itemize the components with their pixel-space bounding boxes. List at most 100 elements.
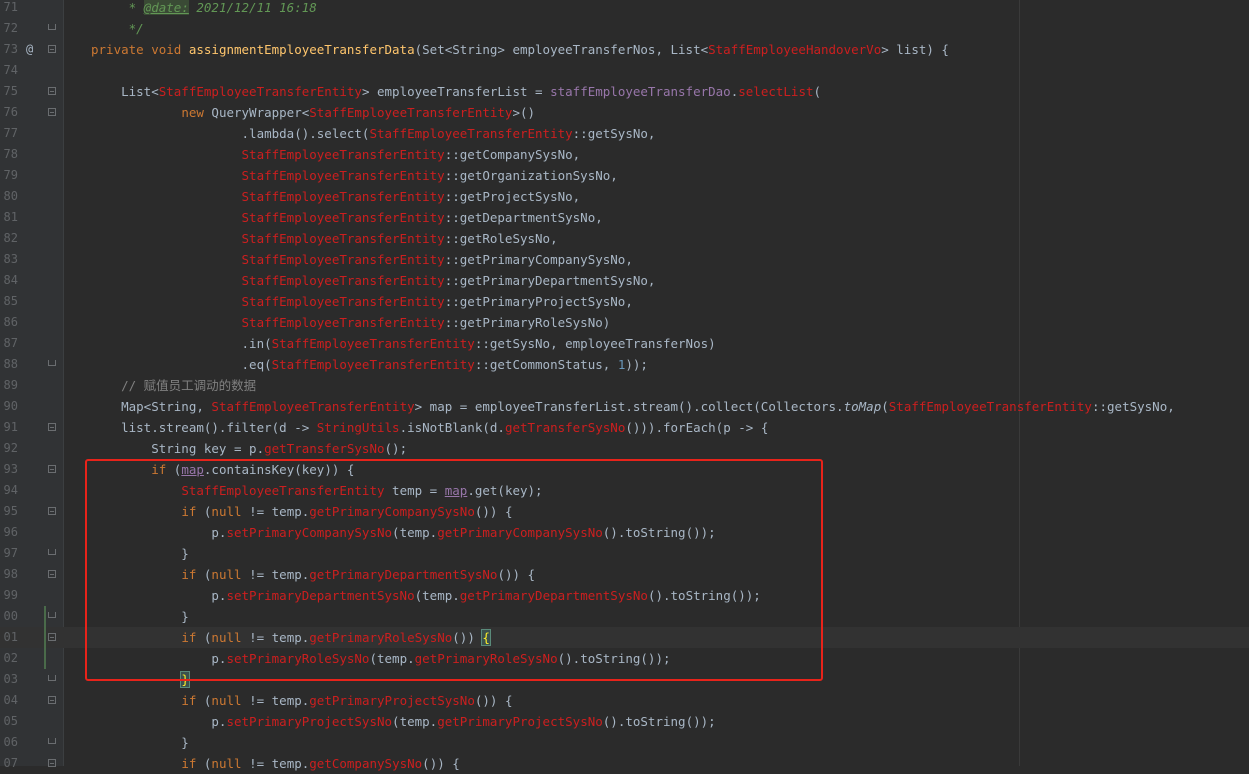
fold-toggle-icon[interactable] xyxy=(48,570,56,578)
code-line[interactable]: 74 xyxy=(0,60,1249,81)
code-text[interactable]: if (null != temp.getCompanySysNo()) { xyxy=(91,753,460,774)
code-line[interactable]: 77 .lambda().select(StaffEmployeeTransfe… xyxy=(0,123,1249,144)
code-line[interactable]: 04 if (null != temp.getPrimaryProjectSys… xyxy=(0,690,1249,711)
code-line[interactable]: 71 * @date: 2021/12/11 16:18 xyxy=(0,0,1249,18)
code-line[interactable]: 89 // 赋值员工调动的数据 xyxy=(0,375,1249,396)
code-text[interactable]: if (null != temp.getPrimaryProjectSysNo(… xyxy=(91,690,512,711)
code-text[interactable]: StaffEmployeeTransferEntity::getPrimaryP… xyxy=(91,291,633,312)
line-number: 98 xyxy=(3,567,18,581)
code-line[interactable]: 82 StaffEmployeeTransferEntity::getRoleS… xyxy=(0,228,1249,249)
code-text[interactable]: new QueryWrapper<StaffEmployeeTransferEn… xyxy=(91,102,535,123)
code-line[interactable]: 92 String key = p.getTransferSysNo(); xyxy=(0,438,1249,459)
code-text[interactable]: if (null != temp.getPrimaryCompanySysNo(… xyxy=(91,501,512,522)
code-line[interactable]: 00 } xyxy=(0,606,1249,627)
code-line[interactable]: 72 */ xyxy=(0,18,1249,39)
code-line[interactable]: 80 StaffEmployeeTransferEntity::getProje… xyxy=(0,186,1249,207)
code-line[interactable]: 98 if (null != temp.getPrimaryDepartment… xyxy=(0,564,1249,585)
code-editor[interactable]: 71 * @date: 2021/12/11 16:18 72 */73 @ priv… xyxy=(0,0,1249,771)
code-line[interactable]: 86 StaffEmployeeTransferEntity::getPrima… xyxy=(0,312,1249,333)
code-text[interactable]: Map<String, StaffEmployeeTransferEntity>… xyxy=(91,396,1175,417)
code-text[interactable]: StaffEmployeeTransferEntity::getRoleSysN… xyxy=(91,228,558,249)
code-line[interactable]: 01 if (null != temp.getPrimaryRoleSysNo(… xyxy=(0,627,1249,648)
code-line[interactable]: 91 list.stream().filter(d -> StringUtils… xyxy=(0,417,1249,438)
code-text[interactable]: private void assignmentEmployeeTransferD… xyxy=(91,39,949,60)
code-text[interactable]: if (null != temp.getPrimaryRoleSysNo()) … xyxy=(91,627,491,648)
code-text[interactable]: p.setPrimaryCompanySysNo(temp.getPrimary… xyxy=(91,522,715,543)
code-text[interactable]: StaffEmployeeTransferEntity::getCompanyS… xyxy=(91,144,581,165)
code-text[interactable]: } xyxy=(91,543,189,564)
code-line[interactable]: 76 new QueryWrapper<StaffEmployeeTransfe… xyxy=(0,102,1249,123)
code-line[interactable]: 78 StaffEmployeeTransferEntity::getCompa… xyxy=(0,144,1249,165)
fold-toggle-icon[interactable] xyxy=(48,465,56,473)
code-text[interactable]: StaffEmployeeTransferEntity temp = map.g… xyxy=(91,480,542,501)
code-text[interactable]: .in(StaffEmployeeTransferEntity::getSysN… xyxy=(91,333,716,354)
code-token: getPrimaryProjectSysNo xyxy=(437,714,603,729)
code-text[interactable]: .eq(StaffEmployeeTransferEntity::getComm… xyxy=(91,354,648,375)
code-token: @date: xyxy=(143,0,189,15)
code-line[interactable]: 83 StaffEmployeeTransferEntity::getPrima… xyxy=(0,249,1249,270)
code-text[interactable]: List<StaffEmployeeTransferEntity> employ… xyxy=(91,81,821,102)
code-line[interactable]: 96 p.setPrimaryCompanySysNo(temp.getPrim… xyxy=(0,522,1249,543)
code-line[interactable]: 88 .eq(StaffEmployeeTransferEntity::getC… xyxy=(0,354,1249,375)
fold-toggle-icon[interactable] xyxy=(48,423,56,431)
fold-toggle-icon[interactable] xyxy=(48,360,56,366)
fold-toggle-icon[interactable] xyxy=(48,696,56,704)
code-line[interactable]: 73 @ private void assignmentEmployeeTransf… xyxy=(0,39,1249,60)
code-text[interactable]: String key = p.getTransferSysNo(); xyxy=(91,438,407,459)
code-line[interactable]: 97 } xyxy=(0,543,1249,564)
vcs-change-marker[interactable] xyxy=(44,606,46,669)
code-token: getPrimaryCompanySysNo xyxy=(437,525,603,540)
code-text[interactable]: if (null != temp.getPrimaryDepartmentSys… xyxy=(91,564,535,585)
code-line[interactable]: 79 StaffEmployeeTransferEntity::getOrgan… xyxy=(0,165,1249,186)
fold-toggle-icon[interactable] xyxy=(48,507,56,515)
fold-toggle-icon[interactable] xyxy=(48,87,56,95)
code-text[interactable]: StaffEmployeeTransferEntity::getProjectS… xyxy=(91,186,581,207)
code-text[interactable]: list.stream().filter(d -> StringUtils.is… xyxy=(91,417,768,438)
code-line[interactable]: 93 if (map.containsKey(key)) { xyxy=(0,459,1249,480)
fold-toggle-icon[interactable] xyxy=(48,24,56,30)
fold-toggle-icon[interactable] xyxy=(48,108,56,116)
code-text[interactable]: if (map.containsKey(key)) { xyxy=(91,459,354,480)
code-text[interactable]: */ xyxy=(91,18,144,39)
code-line[interactable]: 85 StaffEmployeeTransferEntity::getPrima… xyxy=(0,291,1249,312)
code-line[interactable]: 99 p.setPrimaryDepartmentSysNo(temp.getP… xyxy=(0,585,1249,606)
code-line[interactable]: 84 StaffEmployeeTransferEntity::getPrima… xyxy=(0,270,1249,291)
fold-toggle-icon[interactable] xyxy=(48,612,56,618)
code-token: { xyxy=(481,629,491,646)
code-line[interactable]: 90 Map<String, StaffEmployeeTransferEnti… xyxy=(0,396,1249,417)
code-text[interactable]: * @date: 2021/12/11 16:18 xyxy=(91,0,317,18)
code-text[interactable]: // 赋值员工调动的数据 xyxy=(91,375,256,396)
code-line[interactable]: 87 .in(StaffEmployeeTransferEntity::getS… xyxy=(0,333,1249,354)
code-text[interactable]: StaffEmployeeTransferEntity::getDepartme… xyxy=(91,207,603,228)
code-line[interactable]: 06 } xyxy=(0,732,1249,753)
code-token: ()) { xyxy=(497,567,536,582)
code-line[interactable]: 02 p.setPrimaryRoleSysNo(temp.getPrimary… xyxy=(0,648,1249,669)
code-token: ::getSysNo, xyxy=(1091,399,1175,414)
code-text[interactable]: p.setPrimaryProjectSysNo(temp.getPrimary… xyxy=(91,711,715,732)
fold-toggle-icon[interactable] xyxy=(48,675,56,681)
code-text[interactable]: StaffEmployeeTransferEntity::getPrimaryC… xyxy=(91,249,633,270)
fold-toggle-icon[interactable] xyxy=(48,45,56,53)
fold-toggle-icon[interactable] xyxy=(48,738,56,744)
code-line[interactable]: 07 if (null != temp.getCompanySysNo()) { xyxy=(0,753,1249,774)
code-text[interactable]: } xyxy=(91,606,189,627)
code-line[interactable]: 05 p.setPrimaryProjectSysNo(temp.getPrim… xyxy=(0,711,1249,732)
code-token: assignmentEmployeeTransferData xyxy=(188,42,415,57)
code-line[interactable]: 94 StaffEmployeeTransferEntity temp = ma… xyxy=(0,480,1249,501)
code-text[interactable]: p.setPrimaryDepartmentSysNo(temp.getPrim… xyxy=(91,585,760,606)
code-line[interactable]: 75 List<StaffEmployeeTransferEntity> emp… xyxy=(0,81,1249,102)
override-marker-icon[interactable]: @ xyxy=(26,39,33,60)
code-line[interactable]: 81 StaffEmployeeTransferEntity::getDepar… xyxy=(0,207,1249,228)
code-line[interactable]: 03 } xyxy=(0,669,1249,690)
code-text[interactable]: } xyxy=(91,669,190,690)
code-text[interactable]: } xyxy=(91,732,189,753)
fold-toggle-icon[interactable] xyxy=(48,633,56,641)
code-text[interactable]: StaffEmployeeTransferEntity::getPrimaryR… xyxy=(91,312,611,333)
code-text[interactable]: .lambda().select(StaffEmployeeTransferEn… xyxy=(91,123,656,144)
code-text[interactable]: StaffEmployeeTransferEntity::getPrimaryD… xyxy=(91,270,656,291)
code-line[interactable]: 95 if (null != temp.getPrimaryCompanySys… xyxy=(0,501,1249,522)
fold-toggle-icon[interactable] xyxy=(48,549,56,555)
code-text[interactable]: p.setPrimaryRoleSysNo(temp.getPrimaryRol… xyxy=(91,648,670,669)
code-text[interactable]: StaffEmployeeTransferEntity::getOrganiza… xyxy=(91,165,618,186)
